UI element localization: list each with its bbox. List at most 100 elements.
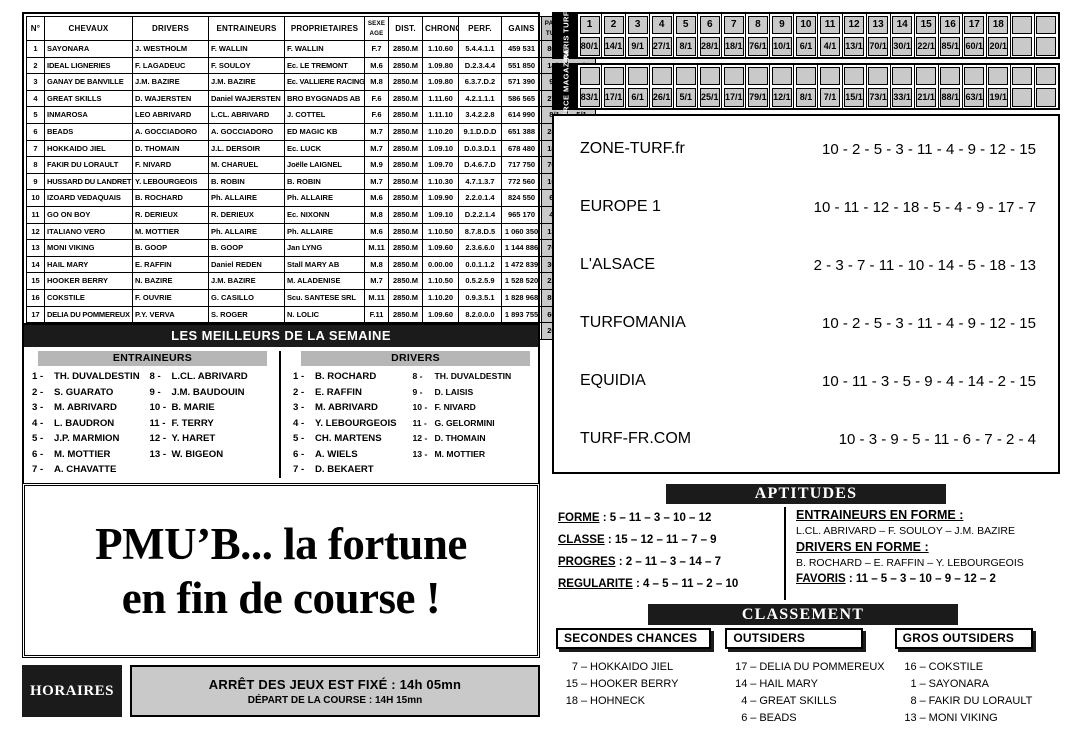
runner-gains: 678 480 [501, 139, 542, 158]
list-item: 6 - A. WIELS [289, 447, 413, 463]
pronostic-row[interactable]: TURF-FR.COM 10 - 3 - 9 - 5 - 11 - 6 - 7 -… [554, 413, 1058, 465]
list-item-name: L. BAUDRON [54, 417, 115, 429]
table-row[interactable]: 13 MONI VIKING B. GOOP B. GOOP Jan LYNG M.11 2… [26, 239, 596, 257]
table-row[interactable]: 10 IZOARD VEDAQUAIS B. ROCHARD Ph. ALLAIRE P… [26, 189, 596, 207]
table-row[interactable]: 6 BEADS A. GOCCIADORO A. GOCCIADORO ED MAGIC… [26, 122, 596, 141]
table-row[interactable]: 11 GO ON BOY R. DERIEUX R. DERIEUX Ec. NIXON… [26, 205, 596, 224]
odds-runner-number: 13 [868, 15, 889, 34]
table-row[interactable]: 12 ITALIANO VERO M. MOTTIER Ph. ALLAIRE Ph. … [26, 222, 596, 241]
list-item-name: D. THOMAIN [434, 433, 486, 443]
list-item-name: HAIL MARY [759, 678, 819, 690]
odds-value: 83/1 [579, 88, 600, 107]
odds-value: 33/1 [892, 88, 913, 107]
odds-value [1012, 88, 1033, 107]
table-row[interactable]: 15 HOOKER BERRY N. BAZIRE J.M. BAZIRE M. ALA… [26, 272, 596, 290]
runner-sex-age: M.6 [364, 189, 389, 207]
col-header-owners: PROPRIETAIRES [284, 16, 365, 41]
runner-trainer: S. ROGER [208, 305, 285, 324]
aptitude-forme: FORME : 5 – 11 – 3 – 10 – 12 [558, 507, 784, 529]
runner-perf: D.4.6.7.D [458, 156, 502, 174]
runner-chrono: 1.09.80 [422, 73, 459, 91]
runner-driver: J. WESTHOLM [132, 40, 209, 58]
odds-column: 6 28/1 [698, 14, 723, 57]
pronostic-row[interactable]: ZONE-TURF.fr 10 - 2 - 5 - 3 - 11 - 4 - 9 … [554, 123, 1058, 175]
table-row[interactable]: 17 DELIA DU POMMEREUX P.Y. VERVA S. ROGER N.… [26, 305, 596, 324]
pronostic-row[interactable]: EQUIDIA 10 - 11 - 3 - 5 - 9 - 4 - 14 - 2 … [554, 355, 1058, 407]
list-item-name: CH. MARTENS [315, 433, 382, 444]
table-row[interactable]: 4 GREAT SKILLS D. WAJERSTEN Daniel WAJERSTE… [26, 89, 596, 108]
runner-horse: INMAROSA [44, 106, 133, 124]
tierce-magazine-odds-block: TIERCE MAGAZINE 83/1 17/1 6/1 26/1 5/1 25/1 17… [552, 48, 1060, 125]
runner-perf: 2.3.6.6.0 [458, 239, 502, 257]
odds-column: 88/1 [939, 65, 963, 108]
runner-driver: F. OUVRIE [132, 288, 209, 307]
runner-sex-age: F.6 [364, 89, 389, 108]
list-item: 11 - G. GELORMINI [413, 416, 537, 432]
list-item-name: J.P. MARMION [54, 433, 120, 444]
table-row[interactable]: 16 COKSTILE F. OUVRIE G. CASILLO Scu. SANTES… [26, 288, 596, 307]
table-row[interactable]: 7 HOKKAIDO JIEL D. THOMAIN J.L. DERSOIR Ec. … [26, 139, 596, 158]
runner-number: 9 [26, 172, 45, 191]
runner-driver: F. LAGADEUC [132, 56, 209, 75]
aptitude-forme-label: FORME [558, 512, 600, 524]
runner-owner: Joëlle LAIGNEL [284, 156, 365, 174]
pronostic-row[interactable]: L'ALSACE 2 - 3 - 7 - 11 - 10 - 14 - 5 - 1… [554, 239, 1058, 291]
odds-column: 17 60/1 [963, 14, 987, 57]
table-row[interactable]: 5 INMAROSA LEO ABRIVARD L.CL. ABRIVARD J. CO… [26, 106, 596, 124]
list-item-name: M. MOTTIER [434, 448, 486, 459]
schedule-label: HORAIRES [22, 665, 122, 717]
runner-gains: 651 388 [501, 122, 542, 141]
odds-value: 8/1 [675, 37, 696, 56]
list-item-name: HOHNECK [590, 695, 646, 707]
runner-driver: R. DERIEUX [132, 205, 209, 224]
list-item-name: L.CL. ABRIVARD [171, 371, 248, 382]
list-item-name: D. BEKAERT [315, 464, 374, 475]
odds-runner-number: 14 [892, 15, 913, 34]
table-row[interactable]: 9 HUSSARD DU LANDRET Y. LEBOURGEOIS B. ROBI… [26, 172, 596, 191]
runner-gains: 1 828 968 [501, 288, 542, 307]
list-item: 11 - F. TERRY [150, 416, 274, 432]
list-item-rank: 3 - [32, 402, 44, 413]
runner-chrono: 1.09.60 [422, 305, 459, 324]
runner-gains: 1 144 886 [501, 239, 542, 257]
pronostics-panel: ZONE-TURF.fr 10 - 2 - 5 - 3 - 11 - 4 - 9 … [552, 114, 1060, 474]
list-item-dash: – [580, 678, 588, 690]
list-item-rank: 10 - [412, 402, 428, 412]
list-item-rank: 10 - [149, 402, 167, 413]
runner-distance: 2850.M [388, 139, 423, 158]
list-item-number: 14 [735, 678, 748, 690]
odds-value: 17/1 [603, 88, 624, 107]
pronostic-row[interactable]: EUROPE 1 10 - 11 - 12 - 18 - 5 - 4 - 9 - … [554, 181, 1058, 233]
runner-gains: 551 850 [501, 56, 542, 75]
odds-column: 7/1 [818, 65, 843, 108]
list-item: 1– SAYONARA [895, 676, 1056, 693]
pronostic-source: TURFOMANIA [580, 314, 686, 331]
table-row[interactable]: 8 FAKIR DU LORAULT F. NIVARD M. CHARUEL Joël… [26, 156, 596, 174]
list-item-rank: 12 - [149, 433, 167, 444]
odds-runner-number: 1 [579, 15, 600, 34]
paris-turf-odds-grid: 1 80/1 2 14/1 3 9/1 4 27/1 5 8/1 6 28/1 7 18/1 8 76/1 9 1… [578, 14, 1058, 57]
list-item: 12 - D. THOMAIN [413, 431, 537, 447]
table-row[interactable]: 2 IDEAL LIGNERIES F. LAGADEUC F. SOULOY Ec. … [26, 56, 596, 75]
odds-runner-number [940, 66, 961, 85]
runner-driver: F. NIVARD [132, 156, 209, 174]
secondes-chances-list: 7– HOKKAIDO JIEL 15– HOOKER BERRY 18– HOHNECK [556, 659, 717, 710]
runner-owner: M. ALADENISE [284, 272, 365, 290]
runner-chrono: 1.10.20 [422, 122, 459, 141]
table-row[interactable]: 14 HAIL MARY E. RAFFIN Daniel REDEN Stall MA… [26, 255, 596, 274]
odds-column: 15/1 [843, 65, 867, 108]
odds-column: 12/1 [770, 65, 795, 108]
pronostic-picks: 10 - 2 - 5 - 3 - 11 - 4 - 9 - 12 - 15 [822, 140, 1036, 158]
runner-sex-age: M.7 [364, 172, 389, 191]
table-row[interactable]: 1 SAYONARA J. WESTHOLM F. WALLIN F. WALLIN F.… [26, 40, 596, 58]
list-item-rank: 11 - [412, 417, 427, 428]
list-item-dash: – [919, 712, 926, 724]
odds-value: 21/1 [916, 88, 937, 107]
list-item-number: 16 [904, 661, 917, 673]
pronostic-row[interactable]: TURFOMANIA 10 - 2 - 5 - 3 - 11 - 4 - 9 - … [554, 297, 1058, 349]
odds-runner-number: 16 [940, 15, 961, 34]
runner-gains: 824 550 [501, 189, 542, 207]
runner-owner: Ph. ALLAIRE [284, 222, 365, 241]
list-item: 5 - CH. MARTENS [289, 431, 413, 447]
table-row[interactable]: 3 GANAY DE BANVILLE J.M. BAZIRE J.M. BAZIRE… [26, 73, 596, 91]
